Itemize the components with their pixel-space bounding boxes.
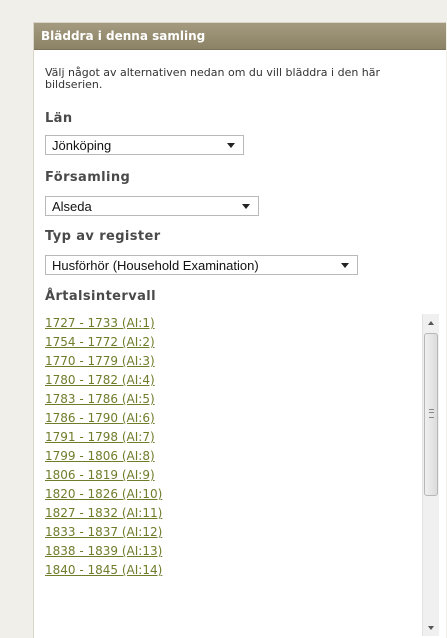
chevron-down-icon <box>227 143 235 148</box>
register-type-selected-value: Husförhör (Household Examination) <box>52 258 259 273</box>
chevron-down-icon <box>341 263 349 268</box>
scroll-up-arrow-icon[interactable] <box>423 314 439 331</box>
year-range-link[interactable]: 1806 - 1819 (AI:9) <box>45 466 419 485</box>
year-range-link[interactable]: 1786 - 1790 (AI:6) <box>45 409 419 428</box>
page-background: Bläddra i denna samling Välj något av al… <box>0 0 447 638</box>
grip-icon <box>429 409 434 418</box>
forsamling-label: Församling <box>45 170 131 185</box>
browse-collection-panel: Bläddra i denna samling Välj något av al… <box>33 22 446 638</box>
chevron-down-icon <box>242 204 250 209</box>
lan-label: Län <box>45 111 73 126</box>
year-range-link[interactable]: 1783 - 1786 (AI:5) <box>45 390 419 409</box>
year-range-link[interactable]: 1791 - 1798 (AI:7) <box>45 428 419 447</box>
year-range-link[interactable]: 1727 - 1733 (AI:1) <box>45 314 419 333</box>
forsamling-selected-value: Alseda <box>52 199 92 214</box>
year-list-scrollbar[interactable] <box>422 314 439 636</box>
year-range-link[interactable]: 1833 - 1837 (AI:12) <box>45 523 419 542</box>
year-range-link[interactable]: 1780 - 1782 (AI:4) <box>45 371 419 390</box>
scroll-down-arrow-icon[interactable] <box>423 619 439 636</box>
intro-text: Välj något av alternativen nedan om du v… <box>45 66 381 91</box>
scrollbar-thumb[interactable] <box>424 333 438 496</box>
panel-title: Bläddra i denna samling <box>34 23 446 50</box>
year-range-list: 1727 - 1733 (AI:1) 1754 - 1772 (AI:2) 17… <box>45 314 419 636</box>
forsamling-select[interactable]: Alseda <box>45 196 259 216</box>
lan-selected-value: Jönköping <box>52 138 112 153</box>
year-range-link[interactable]: 1799 - 1806 (AI:8) <box>45 447 419 466</box>
year-range-link[interactable]: 1754 - 1772 (AI:2) <box>45 333 419 352</box>
year-range-label: Årtalsintervall <box>45 289 156 304</box>
year-range-link[interactable]: 1827 - 1832 (AI:11) <box>45 504 419 523</box>
year-range-link[interactable]: 1838 - 1839 (AI:13) <box>45 542 419 561</box>
year-range-link[interactable]: 1840 - 1845 (AI:14) <box>45 561 419 580</box>
year-range-link[interactable]: 1820 - 1826 (AI:10) <box>45 485 419 504</box>
year-range-link[interactable]: 1770 - 1779 (AI:3) <box>45 352 419 371</box>
lan-select[interactable]: Jönköping <box>45 135 244 155</box>
register-type-select[interactable]: Husförhör (Household Examination) <box>45 255 358 275</box>
register-type-label: Typ av register <box>45 229 161 244</box>
